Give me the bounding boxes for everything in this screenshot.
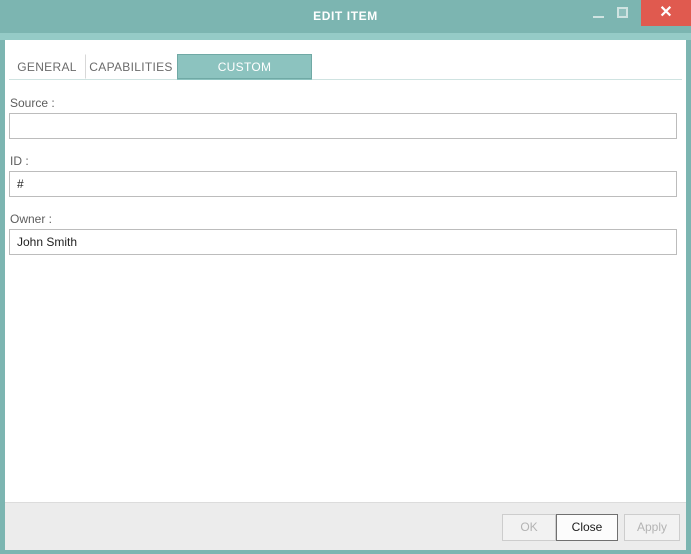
maximize-icon	[617, 7, 628, 18]
title-bar: EDIT ITEM ✕	[0, 0, 691, 33]
edit-item-dialog: EDIT ITEM ✕ GENERAL CAPABILITIES CUSTOM …	[0, 0, 691, 554]
tab-capabilities[interactable]: CAPABILITIES	[85, 54, 177, 79]
owner-input[interactable]	[9, 229, 677, 255]
title-accent-band	[0, 33, 691, 40]
dialog-footer: OK Close Apply	[5, 502, 686, 550]
dialog-content: GENERAL CAPABILITIES CUSTOM PROPERTIES S…	[5, 40, 686, 549]
tab-custom-properties[interactable]: CUSTOM PROPERTIES	[177, 54, 312, 79]
ok-button[interactable]: OK	[502, 514, 556, 541]
owner-label: Owner :	[10, 212, 52, 226]
window-frame-right	[686, 40, 691, 549]
id-label: ID :	[10, 154, 29, 168]
tab-underline	[9, 79, 682, 80]
source-input[interactable]	[9, 113, 677, 139]
close-window-button[interactable]: ✕	[641, 0, 691, 26]
close-icon: ✕	[641, 0, 691, 26]
tab-active-underline-gap	[177, 79, 312, 80]
source-label: Source :	[10, 96, 55, 110]
tab-general[interactable]: GENERAL	[9, 54, 85, 79]
maximize-button[interactable]	[608, 0, 638, 26]
minimize-icon	[593, 16, 604, 18]
tab-strip: GENERAL CAPABILITIES CUSTOM PROPERTIES	[5, 54, 686, 81]
apply-button[interactable]: Apply	[624, 514, 680, 541]
close-button[interactable]: Close	[556, 514, 618, 541]
id-input[interactable]	[9, 171, 677, 197]
